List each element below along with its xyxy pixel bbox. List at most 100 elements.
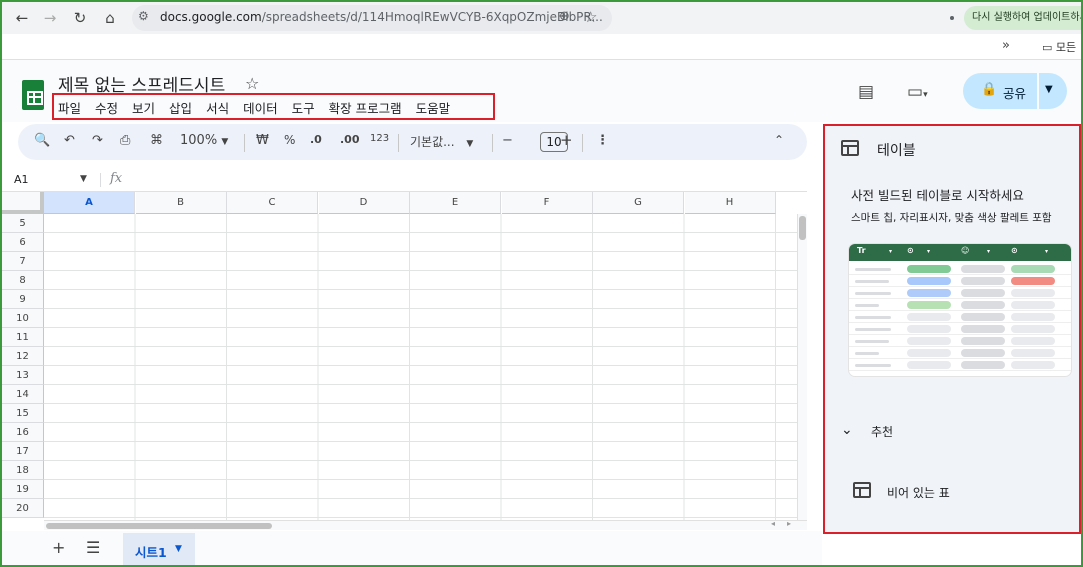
- percent-format-button[interactable]: %: [284, 133, 295, 147]
- meet-icon[interactable]: ▭▾: [907, 82, 928, 102]
- menu-extensions[interactable]: 확장 프로그램: [329, 98, 402, 117]
- add-sheet-icon[interactable]: +: [52, 538, 65, 557]
- site-settings-icon[interactable]: ⚙: [138, 9, 149, 23]
- star-icon[interactable]: ☆: [245, 74, 259, 93]
- share-label: 공유: [1003, 86, 1027, 101]
- row-header[interactable]: 5: [2, 214, 44, 233]
- preview-chip: [907, 313, 951, 321]
- print-icon[interactable]: ⎙: [120, 133, 130, 148]
- forward-icon[interactable]: →: [40, 8, 60, 28]
- table-template-preview[interactable]: Tr ▾ ⊙ ▾ ☺ ▾ ⊙ ▾: [849, 244, 1071, 376]
- row-header[interactable]: 18: [2, 461, 44, 480]
- preview-row: [849, 311, 1071, 323]
- bookmark-star-icon[interactable]: ☆: [584, 8, 597, 26]
- row-header[interactable]: 9: [2, 290, 44, 309]
- preview-row: [849, 287, 1071, 299]
- zoom-select[interactable]: 100% ▼: [180, 133, 228, 148]
- preview-chip: [907, 289, 951, 297]
- column-header[interactable]: G: [593, 192, 684, 214]
- empty-table-icon: [853, 482, 871, 498]
- menu-data[interactable]: 데이터: [243, 98, 278, 117]
- search-icon[interactable]: 🔍: [34, 133, 50, 148]
- row-header[interactable]: 20: [2, 499, 44, 518]
- menu-view[interactable]: 보기: [132, 98, 155, 117]
- row-header[interactable]: 7: [2, 252, 44, 271]
- font-select[interactable]: 기본값... ▼: [410, 133, 473, 150]
- reload-icon[interactable]: ↻: [70, 8, 90, 28]
- column-header[interactable]: D: [318, 192, 410, 214]
- paint-format-icon[interactable]: ⌘: [150, 133, 163, 148]
- preview-chip: [907, 337, 951, 345]
- name-box-dropdown-icon[interactable]: ▼: [80, 174, 87, 184]
- column-header[interactable]: A: [44, 192, 135, 214]
- column-header[interactable]: E: [410, 192, 501, 214]
- row-header[interactable]: 14: [2, 385, 44, 404]
- row-header[interactable]: 11: [2, 328, 44, 347]
- increase-decimal-button[interactable]: .00: [340, 133, 360, 146]
- column-header[interactable]: B: [135, 192, 227, 214]
- row-header[interactable]: 10: [2, 309, 44, 328]
- undo-icon[interactable]: ↶: [64, 133, 75, 148]
- share-button[interactable]: 🔒 공유 ▼: [963, 73, 1067, 109]
- row-header[interactable]: 13: [2, 366, 44, 385]
- column-header[interactable]: C: [227, 192, 318, 214]
- sheet-tab-dropdown-icon[interactable]: ▼: [175, 544, 182, 554]
- font-size-decrease-button[interactable]: −: [502, 133, 513, 148]
- menu-insert[interactable]: 삽입: [169, 98, 192, 117]
- sheet-tab[interactable]: 시트1 ▼: [123, 533, 195, 565]
- home-icon[interactable]: ⌂: [100, 8, 120, 28]
- column-header[interactable]: H: [684, 192, 776, 214]
- row-header[interactable]: 16: [2, 423, 44, 442]
- comments-icon[interactable]: ▤: [858, 82, 874, 102]
- menu-file[interactable]: 파일: [58, 98, 81, 117]
- font-size-increase-button[interactable]: +: [560, 131, 573, 149]
- preview-placeholder: [855, 304, 879, 307]
- menu-edit[interactable]: 수정: [95, 98, 118, 117]
- address-bar[interactable]: ⚙ docs.google.com/spreadsheets/d/114Hmoq…: [132, 5, 612, 31]
- recommended-section-toggle[interactable]: 추천: [871, 423, 893, 440]
- chevron-down-icon[interactable]: ⌄: [841, 422, 853, 438]
- vertical-scroll-thumb[interactable]: [799, 216, 806, 240]
- zoom-icon[interactable]: ⊕: [559, 9, 570, 24]
- scroll-right-icon[interactable]: ▸: [787, 519, 791, 528]
- sheets-logo-icon[interactable]: [22, 80, 44, 110]
- row-header[interactable]: 12: [2, 347, 44, 366]
- bookmarks-overflow-icon[interactable]: »: [1002, 38, 1010, 53]
- horizontal-scroll-thumb[interactable]: [46, 523, 272, 529]
- column-header[interactable]: F: [501, 192, 593, 214]
- row-header[interactable]: 15: [2, 404, 44, 423]
- currency-format-button[interactable]: ₩: [256, 133, 269, 148]
- all-sheets-icon[interactable]: ☰: [86, 538, 100, 557]
- collapse-toolbar-icon[interactable]: ⌃: [774, 133, 784, 147]
- update-button[interactable]: 다시 실행하여 업데이트하세요: [964, 6, 1083, 30]
- preview-row: [849, 263, 1071, 275]
- decrease-decimal-button[interactable]: .0: [310, 133, 322, 146]
- name-box[interactable]: A1: [14, 173, 29, 186]
- share-dropdown-icon[interactable]: ▼: [1045, 84, 1053, 95]
- preview-chip: [961, 301, 1005, 309]
- row-header[interactable]: 17: [2, 442, 44, 461]
- menu-help[interactable]: 도움말: [416, 98, 451, 117]
- more-options-icon[interactable]: ⋮: [596, 133, 609, 148]
- browser-toolbar: ← → ↻ ⌂ ⚙ docs.google.com/spreadsheets/d…: [2, 2, 1083, 34]
- menu-format[interactable]: 서식: [206, 98, 229, 117]
- scroll-left-icon[interactable]: ◂: [771, 519, 775, 528]
- all-bookmarks-folder[interactable]: ▭ 모든: [1042, 39, 1076, 55]
- redo-icon[interactable]: ↷: [92, 133, 103, 148]
- preview-row: [849, 275, 1071, 287]
- empty-table-option[interactable]: 비어 있는 표: [887, 484, 950, 501]
- row-header[interactable]: 6: [2, 233, 44, 252]
- preview-row: [849, 347, 1071, 359]
- horizontal-scrollbar[interactable]: ◂ ▸: [44, 519, 807, 530]
- row-header[interactable]: 8: [2, 271, 44, 290]
- number-format-button[interactable]: 123: [370, 133, 389, 144]
- preview-chip: [1011, 301, 1055, 309]
- menu-tools[interactable]: 도구: [292, 98, 315, 117]
- preview-chip: [961, 289, 1005, 297]
- select-all-corner[interactable]: [2, 192, 44, 214]
- row-header[interactable]: 19: [2, 480, 44, 499]
- cell-area[interactable]: [44, 214, 797, 520]
- back-icon[interactable]: ←: [12, 8, 32, 28]
- vertical-scrollbar[interactable]: [797, 214, 807, 520]
- preview-chip: [907, 325, 951, 333]
